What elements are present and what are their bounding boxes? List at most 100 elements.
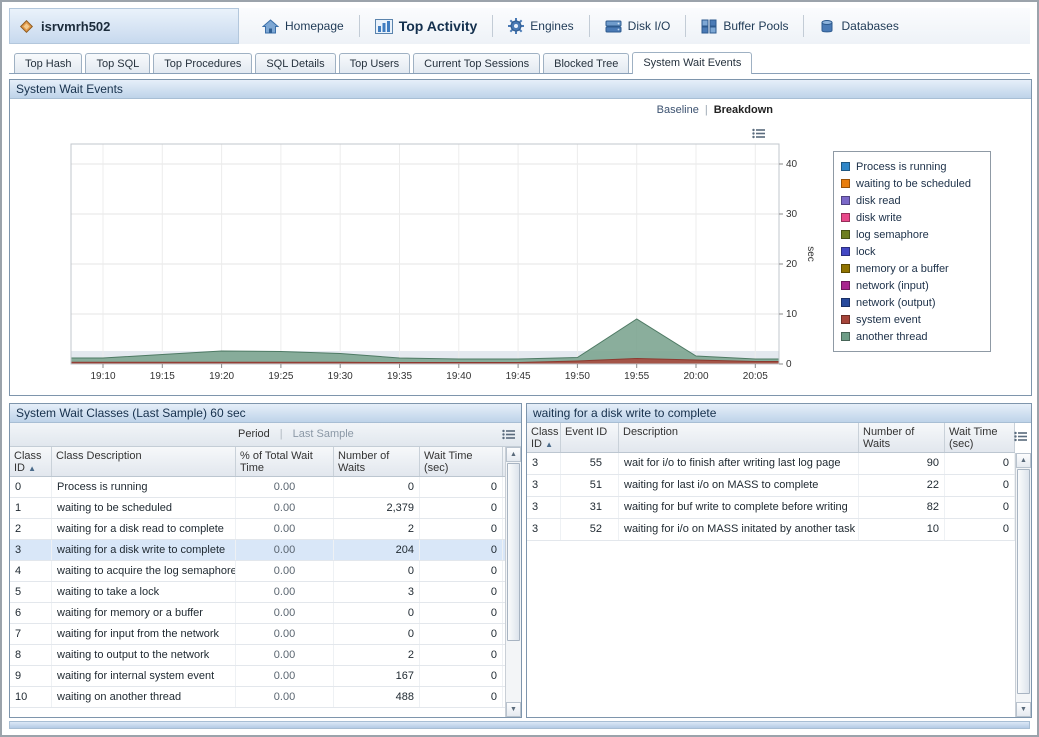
tab-system-wait-events[interactable]: System Wait Events xyxy=(632,52,752,74)
column-header-class-description[interactable]: Class Description xyxy=(52,447,236,476)
table-row[interactable]: 4waiting to acquire the log semaphore0.0… xyxy=(10,561,505,582)
column-header-class-id[interactable]: Class ID ▲ xyxy=(527,423,561,452)
wait-events-table: Class ID ▲Event IDDescriptionNumber of W… xyxy=(527,423,1031,717)
tab-top-users[interactable]: Top Users xyxy=(339,53,411,73)
table-row[interactable]: 6waiting for memory or a buffer0.0000 xyxy=(10,603,505,624)
cell-waits: 3 xyxy=(334,582,420,602)
cell-description: waiting to take a lock xyxy=(52,582,236,602)
table-body: 0Process is running0.00001waiting to be … xyxy=(10,477,521,708)
legend-swatch xyxy=(841,281,850,290)
vertical-scrollbar[interactable]: ▲ ▼ xyxy=(1015,453,1031,717)
tab-top-procedures[interactable]: Top Procedures xyxy=(153,53,252,73)
svg-text:19:40: 19:40 xyxy=(446,371,471,382)
table-row[interactable]: 0Process is running0.0000 xyxy=(10,477,505,498)
column-header-of-total-wait-time[interactable]: % of Total Wait Time xyxy=(236,447,334,476)
table-row[interactable]: 3waiting for a disk write to complete0.0… xyxy=(10,540,505,561)
tabstrip: Top HashTop SQLTop ProceduresSQL Details… xyxy=(9,48,1030,74)
legend-item-network-output: network (output) xyxy=(841,294,983,311)
cell-pct: 0.00 xyxy=(236,645,334,665)
cell-waits: 90 xyxy=(859,453,945,474)
period-value[interactable]: Last Sample xyxy=(293,428,354,440)
cell-pct: 0.00 xyxy=(236,561,334,581)
tab-top-hash[interactable]: Top Hash xyxy=(14,53,82,73)
cell-waits: 10 xyxy=(859,519,945,540)
table-row[interactable]: 8waiting to output to the network0.0020 xyxy=(10,645,505,666)
legend-label: disk write xyxy=(856,212,902,224)
legend-label: waiting to be scheduled xyxy=(856,178,971,190)
table-row[interactable]: 331waiting for buf write to complete bef… xyxy=(527,497,1015,519)
cell-waits: 488 xyxy=(334,687,420,707)
wait-events-detail-panel: waiting for a disk write to complete Cla… xyxy=(526,403,1032,718)
wait-classes-table: Class ID ▲Class Description% of Total Wa… xyxy=(10,447,521,717)
column-header-number-of-waits[interactable]: Number of Waits xyxy=(334,447,420,476)
scroll-thumb[interactable] xyxy=(1017,469,1030,694)
table-row[interactable]: 355wait for i/o to finish after writing … xyxy=(527,453,1015,475)
chart-legend: Process is runningwaiting to be schedule… xyxy=(833,151,991,352)
scroll-down-button[interactable]: ▼ xyxy=(506,702,521,717)
svg-text:10: 10 xyxy=(786,309,798,320)
cell-wait-time: 0 xyxy=(945,475,1015,496)
svg-text:19:10: 19:10 xyxy=(90,371,115,382)
server-icon xyxy=(19,19,34,34)
table-row[interactable]: 9waiting for internal system event0.0016… xyxy=(10,666,505,687)
legend-label: system event xyxy=(856,314,921,326)
table-row[interactable]: 2waiting for a disk read to complete0.00… xyxy=(10,519,505,540)
scroll-thumb[interactable] xyxy=(507,463,520,641)
table-header-row: Class ID ▲Event IDDescriptionNumber of W… xyxy=(527,423,1015,453)
table-row[interactable]: 7waiting for input from the network0.000… xyxy=(10,624,505,645)
cell-wait-time: 0 xyxy=(420,477,503,497)
buffer-pools-icon xyxy=(701,19,717,34)
scroll-down-button[interactable]: ▼ xyxy=(1016,702,1031,717)
grid-menu-icon[interactable] xyxy=(1014,431,1028,443)
cell-class-id: 6 xyxy=(10,603,52,623)
column-header-wait-time-sec[interactable]: Wait Time (sec) xyxy=(420,447,503,476)
legend-label: network (output) xyxy=(856,297,935,309)
nav-homepage[interactable]: Homepage xyxy=(259,19,347,34)
cell-waits: 0 xyxy=(334,603,420,623)
legend-swatch xyxy=(841,179,850,188)
legend-item-log-semaphore: log semaphore xyxy=(841,226,983,243)
column-header-event-id[interactable]: Event ID xyxy=(561,423,619,452)
nav-databases[interactable]: Databases xyxy=(816,19,901,34)
column-header-wait-time-sec[interactable]: Wait Time (sec) xyxy=(945,423,1015,452)
cell-pct: 0.00 xyxy=(236,540,334,560)
sort-asc-icon: ▲ xyxy=(28,464,36,473)
nav-engines[interactable]: Engines xyxy=(505,18,576,34)
table-row[interactable]: 10waiting on another thread0.004880 xyxy=(10,687,505,708)
grid-menu-icon[interactable] xyxy=(502,429,516,441)
nav-buffer-pools[interactable]: Buffer Pools xyxy=(698,19,791,34)
cell-pct: 0.00 xyxy=(236,477,334,497)
cell-class-id: 3 xyxy=(10,540,52,560)
column-header-class-id[interactable]: Class ID ▲ xyxy=(10,447,52,476)
vertical-scrollbar[interactable]: ▲ ▼ xyxy=(505,447,521,717)
table-row[interactable]: 1waiting to be scheduled0.002,3790 xyxy=(10,498,505,519)
cell-class-id: 4 xyxy=(10,561,52,581)
table-row[interactable]: 351waiting for last i/o on MASS to compl… xyxy=(527,475,1015,497)
period-label[interactable]: Period xyxy=(238,428,270,440)
tab-top-sql[interactable]: Top SQL xyxy=(85,53,150,73)
cell-class-id: 2 xyxy=(10,519,52,539)
cell-waits: 2 xyxy=(334,519,420,539)
server-selector[interactable]: isrvmrh502 xyxy=(9,8,239,44)
nav-top-activity[interactable]: Top Activity xyxy=(372,18,481,34)
column-header-number-of-waits[interactable]: Number of Waits xyxy=(859,423,945,452)
nav-disk-i-o[interactable]: Disk I/O xyxy=(602,19,674,34)
tab-sql-details[interactable]: SQL Details xyxy=(255,53,335,73)
legend-swatch xyxy=(841,162,850,171)
scroll-up-button[interactable]: ▲ xyxy=(1016,453,1031,468)
svg-text:20: 20 xyxy=(786,259,798,270)
svg-text:0: 0 xyxy=(786,359,792,370)
svg-text:30: 30 xyxy=(786,209,798,220)
svg-text:sec: sec xyxy=(805,246,816,262)
view-link-breakdown[interactable]: Breakdown xyxy=(714,104,773,116)
table-row[interactable]: 352waiting for i/o on MASS initated by a… xyxy=(527,519,1015,541)
nav-label: Databases xyxy=(841,19,898,33)
tab-current-top-sessions[interactable]: Current Top Sessions xyxy=(413,53,540,73)
column-header-description[interactable]: Description xyxy=(619,423,859,452)
scroll-up-button[interactable]: ▲ xyxy=(506,447,521,462)
nav-separator xyxy=(803,15,804,37)
cell-event-id: 55 xyxy=(561,453,619,474)
view-link-baseline[interactable]: Baseline xyxy=(657,104,699,116)
table-row[interactable]: 5waiting to take a lock0.0030 xyxy=(10,582,505,603)
tab-blocked-tree[interactable]: Blocked Tree xyxy=(543,53,629,73)
